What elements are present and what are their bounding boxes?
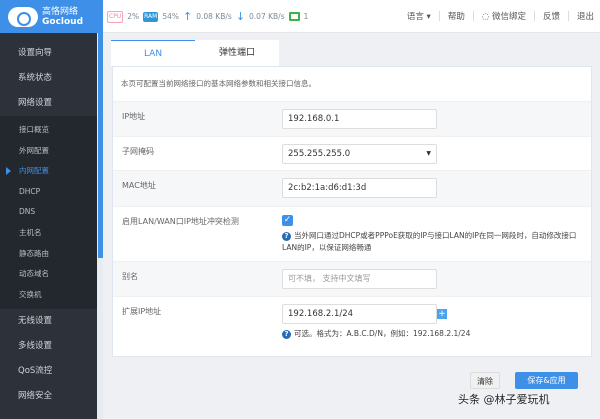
menu-system-status[interactable]: 系统状态 — [0, 66, 97, 91]
help-icon: ? — [282, 232, 291, 241]
conflict-help: ? 当外网口通过DHCP或者PPPoE获取的IP与接口LAN的IP在同一网段时，自… — [282, 231, 577, 252]
tab-lan[interactable]: LAN — [111, 40, 195, 66]
upload-speed: 0.08 KB/s — [196, 12, 232, 21]
cpu-icon: CPU — [107, 10, 124, 23]
help-link[interactable]: 帮助 — [448, 10, 465, 22]
submenu-switch[interactable]: 交换机 — [0, 285, 97, 306]
menu-security[interactable]: 网络安全 — [0, 384, 97, 409]
submenu-dhcp[interactable]: DHCP — [0, 182, 97, 203]
tabs: LAN 弹性端口 — [111, 40, 279, 66]
ext-ip-row: 扩展IP地址 192.168.2.1/24 + ? 可选。格式为：A.B.C.D/… — [113, 296, 591, 356]
alias-row: 别名 可不填， 支持中文填写 — [113, 261, 591, 296]
system-stats: CPU 2% RAM 54% ↑ 0.08 KB/s ↓ 0.07 KB/s 1 — [107, 10, 308, 23]
logo[interactable]: 高恪网络 Gocloud — [0, 0, 103, 33]
lan-panel: 本页可配置当前网络接口的基本网络参数和相关接口信息。 IP地址 192.168.… — [112, 66, 592, 357]
add-ext-ip-button[interactable]: + — [437, 309, 447, 319]
conflict-label: 启用LAN/WAN口IP地址冲突检测 — [122, 217, 239, 226]
ip-input[interactable]: 192.168.0.1 — [282, 109, 437, 129]
upload-icon: ↑ — [183, 10, 193, 23]
device-monitor-icon — [288, 12, 300, 21]
mask-row: 子网掩码 255.255.255.0 ▼ — [113, 136, 591, 170]
ip-row: IP地址 192.168.0.1 — [113, 101, 591, 136]
top-bar: 高恪网络 Gocloud CPU 2% RAM 54% ↑ 0.08 KB/s ↓ 0.0… — [0, 0, 600, 33]
save-apply-button[interactable]: 保存&应用 — [515, 372, 578, 389]
mask-select[interactable]: 255.255.255.0 ▼ — [282, 144, 437, 164]
clear-button[interactable]: 清除 — [470, 372, 500, 389]
watermark: 头条 @林子爱玩机 — [458, 393, 550, 406]
ip-label: IP地址 — [122, 112, 146, 121]
network-submenu: 接口概览 外网配置 内网配置 DHCP DNS 主机名 静态路由 动态域名 交换… — [0, 116, 97, 310]
feedback-link[interactable]: 反馈 — [543, 10, 560, 22]
cpu-usage: 2% — [127, 12, 140, 21]
conflict-checkbox[interactable]: ✓ — [282, 215, 293, 226]
ram-usage: 54% — [162, 12, 179, 21]
submenu-static-route[interactable]: 静态路由 — [0, 244, 97, 265]
help-icon: ? — [282, 330, 291, 339]
device-count: 1 — [303, 12, 309, 21]
ext-ip-label: 扩展IP地址 — [122, 307, 162, 316]
wechat-icon: ◌ — [481, 12, 490, 22]
menu-qos[interactable]: QoS流控 — [0, 359, 97, 384]
chevron-down-icon: ▼ — [426, 150, 431, 157]
conflict-row: 启用LAN/WAN口IP地址冲突检测 ✓ ? 当外网口通过DHCP或者PPPoE获… — [113, 206, 591, 261]
menu-network-settings[interactable]: 网络设置 — [0, 91, 97, 116]
menu-wireless[interactable]: 无线设置 — [0, 309, 97, 334]
logout-link[interactable]: 退出 — [577, 10, 594, 22]
mask-label: 子网掩码 — [122, 147, 154, 156]
submenu-interface-overview[interactable]: 接口概览 — [0, 120, 97, 141]
submenu-dns[interactable]: DNS — [0, 202, 97, 223]
ext-ip-input[interactable]: 192.168.2.1/24 — [282, 304, 437, 324]
download-icon: ↓ — [235, 10, 246, 23]
alias-label: 别名 — [122, 272, 138, 281]
ram-icon: RAM — [143, 11, 159, 22]
menu-setup-wizard[interactable]: 设置向导 — [0, 41, 97, 66]
page-description: 本页可配置当前网络接口的基本网络参数和相关接口信息。 — [121, 79, 316, 88]
submenu-ddns[interactable]: 动态域名 — [0, 264, 97, 285]
submenu-lan-config[interactable]: 内网配置 — [0, 161, 97, 182]
menu-multiline[interactable]: 多线设置 — [0, 334, 97, 359]
submenu-hostname[interactable]: 主机名 — [0, 223, 97, 244]
sidebar-scrollbar[interactable] — [98, 33, 103, 258]
language-menu[interactable]: 语言 ▾ — [407, 10, 431, 22]
mac-row: MAC地址 2c:b2:1a:d6:d1:3d — [113, 170, 591, 206]
mac-input[interactable]: 2c:b2:1a:d6:d1:3d — [282, 178, 437, 198]
submenu-wan-config[interactable]: 外网配置 — [0, 141, 97, 162]
tab-elastic-port[interactable]: 弹性端口 — [195, 40, 279, 66]
mac-label: MAC地址 — [122, 181, 156, 190]
sidebar: 设置向导 系统状态 网络设置 接口概览 外网配置 内网配置 DHCP DNS 主… — [0, 33, 97, 419]
wechat-bind-link[interactable]: ◌ 微信绑定 — [482, 10, 526, 22]
ext-ip-help: ? 可选。格式为：A.B.C.D/N，例如：192.168.2.1/24 — [282, 328, 587, 340]
brand-cn: 高恪网络 — [42, 6, 79, 17]
brand-en: Gocloud — [42, 16, 84, 27]
download-speed: 0.07 KB/s — [249, 12, 285, 21]
alias-input[interactable]: 可不填， 支持中文填写 — [282, 269, 437, 289]
cloud-logo-icon — [8, 6, 38, 27]
top-nav: 语言 ▾ 帮助 ◌ 微信绑定 反馈 退出 — [407, 10, 594, 22]
